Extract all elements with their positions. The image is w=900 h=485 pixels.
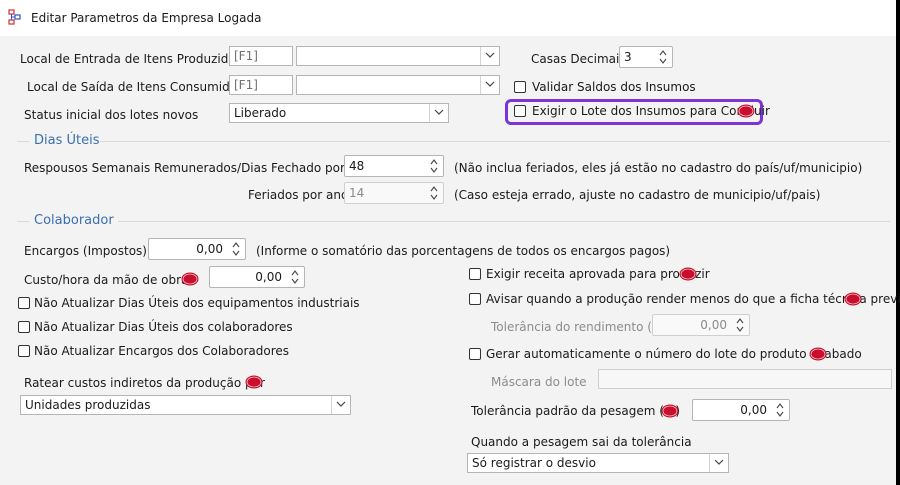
novo-badge-icon [661,404,679,418]
validar-saldos-checkbox[interactable] [514,81,526,93]
section-divider [17,221,29,222]
quando-pesagem-value: Só registrar o desvio [472,456,596,470]
encargos-hint: (Informe o somatório das porcentagens de… [256,244,671,258]
nao-atualizar-equip-checkbox[interactable] [18,297,30,309]
section-colaborador-title: Colaborador [34,213,114,228]
repousos-value: 48 [349,159,365,173]
window-title: Editar Parametros da Empresa Logada [31,11,262,25]
local-saida-label: Local de Saída de Itens Consumidos [27,80,244,94]
feriados-stepper[interactable]: 14 [344,182,444,204]
custo-hora-label: Custo/hora da mão de obra: [24,273,193,287]
exigir-lote-label: Exigir o Lote dos Insumos para Concluir [532,104,770,118]
tolerancia-rendimento-label: Tolerância do rendimento (%) [491,320,669,334]
status-label: Status inicial dos lotes novos [24,108,199,122]
stepper-arrows-icon[interactable] [429,184,441,202]
stepper-arrows-icon[interactable] [735,316,747,334]
gerar-lote-checkbox[interactable] [469,348,481,360]
local-entrada-code-input[interactable]: [F1] [229,46,293,66]
chevron-down-icon[interactable] [331,396,350,414]
novo-badge-icon [181,272,199,286]
section-dias-uteis-title: Dias Úteis [34,133,100,148]
section-divider [100,141,890,142]
encargos-value: 0,00 [196,242,223,256]
avisar-label: Avisar quando a produção render menos do… [486,292,900,306]
mascara-lote-input[interactable] [598,369,892,389]
tolerancia-pesagem-label: Tolerância padrão da pesagem (%) [471,404,681,418]
nao-atualizar-encargos-label: Não Atualizar Encargos dos Colaboradores [34,344,290,358]
tolerancia-rendimento-stepper[interactable]: 0,00 [652,314,750,336]
nao-atualizar-colab-label: Não Atualizar Dias Úteis dos colaborador… [34,320,293,334]
quando-pesagem-select[interactable]: Só registrar o desvio [467,453,729,473]
feriados-label: Feriados por ano [248,188,349,202]
local-entrada-label: Local de Entrada de Itens Produzidos [20,52,242,66]
chevron-down-icon[interactable] [709,454,728,472]
section-divider [17,141,29,142]
encargos-label: Encargos (Impostos) [24,244,147,258]
section-divider [118,221,890,222]
quando-pesagem-label: Quando a pesagem sai da tolerância [471,435,692,449]
stepper-arrows-icon[interactable] [290,268,302,286]
exigir-receita-checkbox[interactable] [469,268,481,280]
encargos-stepper[interactable]: 0,00 [148,238,246,260]
status-select[interactable]: Liberado [229,103,449,123]
repousos-hint: (Não inclua feriados, eles já estão no c… [454,161,863,175]
chevron-down-icon[interactable] [429,104,448,122]
mascara-lote-label: Máscara do lote [491,375,587,389]
nao-atualizar-encargos-checkbox[interactable] [18,345,30,357]
novo-badge-icon [809,347,827,361]
casas-decimais-label: Casas Decimais [531,52,626,66]
exigir-receita-label: Exigir receita aprovada para produzir [486,267,710,281]
local-saida-select[interactable] [296,75,500,95]
avisar-checkbox[interactable] [469,293,481,305]
gerar-lote-label: Gerar automaticamente o número do lote d… [486,347,862,361]
feriados-value: 14 [349,186,365,200]
stepper-arrows-icon[interactable] [231,240,243,258]
casas-decimais-stepper[interactable]: 3 [619,46,673,68]
validar-saldos-label: Validar Saldos dos Insumos [532,80,696,94]
chevron-down-icon[interactable] [480,76,499,94]
tolerancia-rendimento-value: 0,00 [700,318,727,332]
stepper-arrows-icon[interactable] [429,157,441,175]
nao-atualizar-colab-checkbox[interactable] [18,321,30,333]
ratear-label: Ratear custos indiretos da produção por [24,376,265,390]
title-bar: Editar Parametros da Empresa Logada [0,0,896,36]
dialog-window: Editar Parametros da Empresa Logada Loca… [0,0,900,485]
ratear-value: Unidades produzidas [25,398,151,412]
feriados-hint: (Caso esteja errado, ajuste no cadastro … [454,188,821,202]
novo-badge-icon [679,267,697,281]
tolerancia-pesagem-stepper[interactable]: 0,00 [692,399,790,421]
tolerancia-pesagem-value: 0,00 [740,403,767,417]
repousos-label: Respousos Semanais Remunerados/Dias Fech… [24,161,372,175]
exigir-lote-checkbox[interactable] [514,105,526,117]
novo-badge-icon [737,104,755,118]
nao-atualizar-equip-label: Não Atualizar Dias Úteis dos equipamento… [34,296,360,310]
custo-hora-value: 0,00 [255,270,282,284]
casas-decimais-value: 3 [624,50,632,64]
novo-badge-icon [245,375,263,389]
local-saida-code-input[interactable]: [F1] [229,75,293,95]
status-value: Liberado [234,106,287,120]
stepper-arrows-icon[interactable] [775,401,787,419]
ratear-select[interactable]: Unidades produzidas [20,395,351,415]
repousos-stepper[interactable]: 48 [344,155,444,177]
local-entrada-select[interactable] [296,46,500,66]
novo-badge-icon [844,292,862,306]
app-icon [8,9,22,28]
custo-hora-stepper[interactable]: 0,00 [209,266,305,288]
stepper-arrows-icon[interactable] [658,48,670,66]
chevron-down-icon[interactable] [480,47,499,65]
